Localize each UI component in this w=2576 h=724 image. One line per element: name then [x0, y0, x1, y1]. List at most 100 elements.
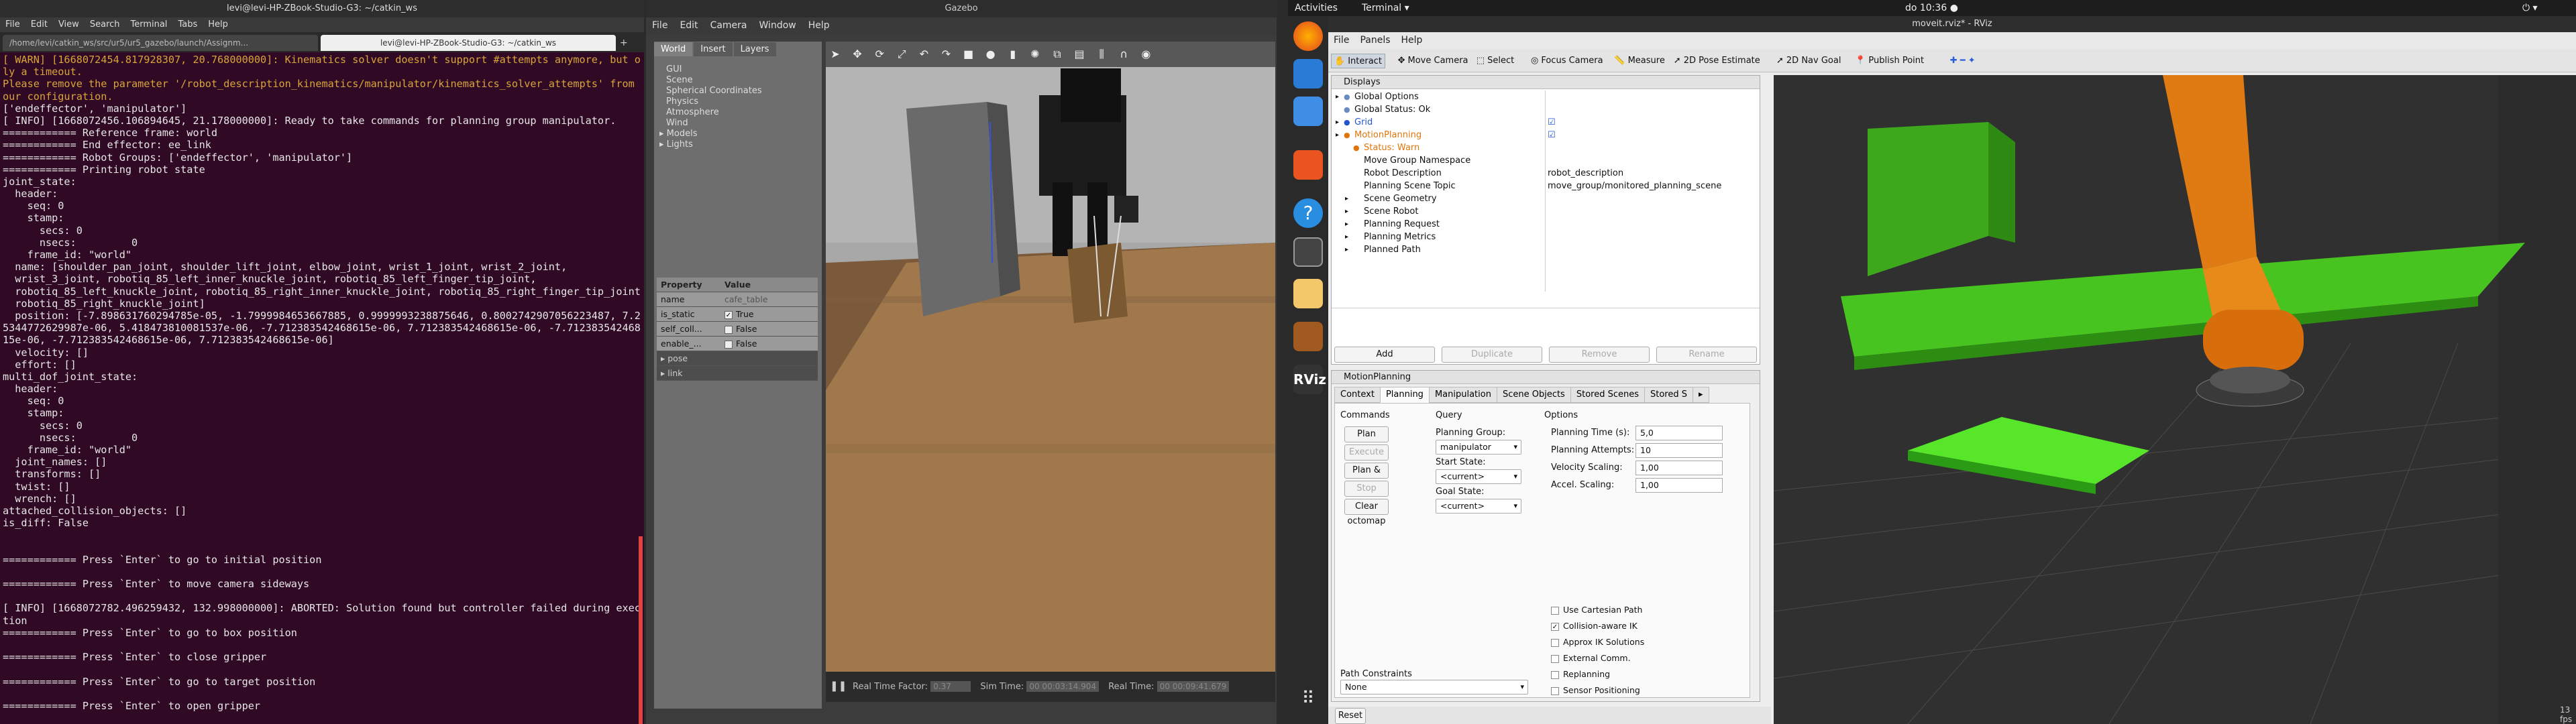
- display-value[interactable]: robot_description: [1548, 167, 1623, 180]
- terminal-menu-file[interactable]: File: [0, 17, 25, 32]
- system-menu-icon[interactable]: ⏻ ▾: [2522, 0, 2538, 16]
- display-row[interactable]: ▸ Scene Geometry: [1332, 192, 1761, 205]
- mp-tab-stored-s[interactable]: Stored S: [1644, 387, 1693, 403]
- goal-state-select[interactable]: <current>: [1436, 499, 1521, 514]
- property-row[interactable]: name cafe_table: [657, 292, 818, 307]
- mp-tab-manipulation[interactable]: Manipulation: [1428, 387, 1497, 403]
- terminal-menu-search[interactable]: Search: [85, 17, 125, 32]
- planning-attempts-input[interactable]: 10: [1635, 443, 1723, 458]
- terminal-tab-1[interactable]: /home/levi/catkin_ws/src/ur5/ur5_gazebo/…: [3, 35, 318, 51]
- box-shape-icon[interactable]: ■: [961, 46, 977, 62]
- rename-display-button[interactable]: Rename: [1656, 347, 1757, 363]
- path-constraints-select[interactable]: None: [1340, 680, 1528, 695]
- rviz-menu-help[interactable]: Help: [1396, 32, 1428, 48]
- expand-arrow-icon[interactable]: ▸: [661, 368, 667, 378]
- expand-arrow-icon[interactable]: ▸: [1345, 243, 1348, 256]
- stop-button[interactable]: Stop: [1344, 481, 1389, 497]
- terminal-icon[interactable]: [1293, 237, 1323, 267]
- velocity-scaling-input[interactable]: 1,00: [1635, 461, 1723, 475]
- gazebo-tab-world[interactable]: World: [654, 42, 693, 56]
- display-row[interactable]: ▸ ● MotionPlanning ☑: [1332, 129, 1761, 141]
- remove-display-button[interactable]: Remove: [1549, 347, 1650, 363]
- checkbox-box[interactable]: [1551, 686, 1559, 695]
- property-checkbox[interactable]: ✓: [724, 310, 733, 319]
- terminal-menu-terminal[interactable]: Terminal: [125, 17, 172, 32]
- property-row[interactable]: ▸ link: [657, 366, 818, 381]
- gazebo-menu-camera[interactable]: Camera: [704, 17, 753, 34]
- expand-arrow-icon[interactable]: ▸: [1345, 192, 1348, 205]
- display-column-divider[interactable]: [1545, 90, 1546, 292]
- terminal-menu-help[interactable]: Help: [203, 17, 233, 32]
- rviz-menu-file[interactable]: File: [1328, 32, 1354, 48]
- mp-tab-scene-objects[interactable]: Scene Objects: [1496, 387, 1571, 403]
- plan-button[interactable]: Plan: [1344, 426, 1389, 442]
- gazebo-tab-layers[interactable]: Layers: [733, 42, 776, 56]
- expand-arrow-icon[interactable]: ▸: [1336, 129, 1339, 141]
- paste-icon[interactable]: ▤: [1071, 46, 1087, 62]
- translate-tool-icon[interactable]: ✥: [849, 46, 865, 62]
- option-checkbox[interactable]: ✓ Collision-aware IK: [1551, 621, 1638, 631]
- gazebo-3d-view[interactable]: [826, 42, 1275, 702]
- checkbox-box[interactable]: [1551, 606, 1559, 615]
- activities-button[interactable]: Activities: [1295, 0, 1338, 16]
- checkbox-box[interactable]: [1551, 670, 1559, 679]
- expand-arrow-icon[interactable]: ▸: [661, 353, 667, 363]
- option-checkbox[interactable]: External Comm.: [1551, 653, 1631, 664]
- execute-button[interactable]: Execute: [1344, 444, 1389, 461]
- clock[interactable]: do 10:36 ●: [1905, 0, 1958, 16]
- display-row[interactable]: Move Group Namespace: [1332, 154, 1761, 167]
- display-value[interactable]: ☑: [1548, 129, 1556, 141]
- scale-tool-icon[interactable]: ⤢: [894, 46, 910, 62]
- help-icon[interactable]: ?: [1293, 198, 1323, 228]
- gazebo-menu-edit[interactable]: Edit: [674, 17, 704, 34]
- rotate-tool-icon[interactable]: ⟳: [871, 46, 888, 62]
- planning-time-input[interactable]: 5,0: [1635, 426, 1723, 440]
- display-row[interactable]: ● Status: Warn: [1332, 141, 1761, 154]
- checkbox-box[interactable]: [1551, 638, 1559, 647]
- terminal-menu-tabs[interactable]: Tabs: [172, 17, 203, 32]
- world-tree-item[interactable]: Wind: [659, 118, 818, 129]
- terminal-tab-2[interactable]: levi@levi-HP-ZBook-Studio-G3: ~/catkin_w…: [321, 35, 616, 51]
- show-apps-icon[interactable]: ⠿: [1293, 684, 1323, 713]
- select-tool-icon[interactable]: ➤: [827, 46, 843, 62]
- expand-arrow-icon[interactable]: ▸: [659, 129, 667, 139]
- display-row[interactable]: ● Global Status: Ok: [1332, 103, 1761, 116]
- terminal-menu-edit[interactable]: Edit: [25, 17, 53, 32]
- sphere-shape-icon[interactable]: ●: [983, 46, 999, 62]
- world-tree-item[interactable]: Spherical Coordinates: [659, 86, 818, 97]
- property-row[interactable]: enable_... False: [657, 337, 818, 351]
- display-row[interactable]: ▸ Planned Path: [1332, 243, 1761, 256]
- redo-icon[interactable]: ↷: [938, 46, 954, 62]
- terminal-menu-view[interactable]: View: [53, 17, 85, 32]
- copy-icon[interactable]: ⧉: [1049, 46, 1065, 62]
- world-tree-item[interactable]: Physics: [659, 97, 818, 107]
- expand-arrow-icon[interactable]: ▸: [659, 139, 667, 149]
- property-checkbox[interactable]: [724, 325, 733, 334]
- display-row[interactable]: ▸ Scene Robot: [1332, 205, 1761, 218]
- cylinder-shape-icon[interactable]: ▮: [1005, 46, 1021, 62]
- undo-icon[interactable]: ↶: [916, 46, 932, 62]
- gazebo-tab-insert[interactable]: Insert: [694, 42, 733, 56]
- plan-execute-button[interactable]: Plan & Execute: [1344, 463, 1389, 490]
- terminal-output[interactable]: [ WARN] [1668072454.817928307, 20.768000…: [3, 54, 640, 721]
- expand-arrow-icon[interactable]: ▸: [1345, 205, 1348, 218]
- add-tool-icon[interactable]: ✚ ━ ✦: [1947, 54, 1978, 68]
- world-tree-item[interactable]: Atmosphere: [659, 107, 818, 118]
- display-row[interactable]: ▸ ● Grid ☑: [1332, 116, 1761, 129]
- property-row[interactable]: is_static ✓ True: [657, 307, 818, 322]
- pause-icon[interactable]: ❚❚: [830, 680, 847, 692]
- camera-icon[interactable]: ◉: [1138, 46, 1154, 62]
- option-checkbox[interactable]: Approx IK Solutions: [1551, 637, 1644, 648]
- expand-arrow-icon[interactable]: ▸: [1336, 90, 1339, 103]
- tool-select[interactable]: ⬚ Select: [1474, 54, 1517, 68]
- tool-move-camera[interactable]: ✥ Move Camera: [1395, 54, 1471, 68]
- text-editor-icon[interactable]: [1293, 279, 1323, 308]
- gazebo-icon[interactable]: [1293, 322, 1323, 351]
- add-display-button[interactable]: Add: [1334, 347, 1435, 363]
- rviz-icon[interactable]: RViz: [1293, 365, 1326, 394]
- option-checkbox[interactable]: Use Cartesian Path: [1551, 605, 1642, 615]
- software-center-icon[interactable]: [1293, 150, 1323, 180]
- tool-publish-point[interactable]: 📍 Publish Point: [1852, 54, 1927, 68]
- gazebo-menu-help[interactable]: Help: [802, 17, 836, 34]
- reset-button[interactable]: Reset: [1335, 708, 1366, 724]
